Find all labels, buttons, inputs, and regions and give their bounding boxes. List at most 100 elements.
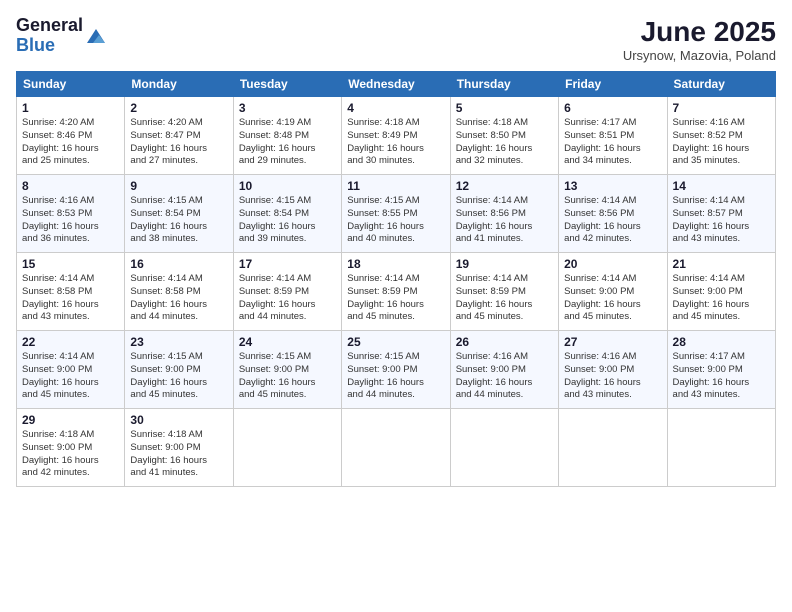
- day-number: 3: [239, 101, 336, 115]
- table-row: 3 Sunrise: 4:19 AM Sunset: 8:48 PM Daylig…: [233, 97, 341, 175]
- header: General Blue June 2025 Ursynow, Mazovia,…: [16, 16, 776, 63]
- table-row: 5Sunrise: 4:18 AM Sunset: 8:50 PM Daylig…: [450, 97, 558, 175]
- table-row: 22Sunrise: 4:14 AM Sunset: 9:00 PM Dayli…: [17, 331, 125, 409]
- logo-blue: Blue: [16, 36, 83, 56]
- table-row: [667, 409, 775, 487]
- calendar-week-row: 1 Sunrise: 4:20 AM Sunset: 8:46 PM Daylig…: [17, 97, 776, 175]
- table-row: 30Sunrise: 4:18 AM Sunset: 9:00 PM Dayli…: [125, 409, 233, 487]
- day-number: 16: [130, 257, 227, 271]
- table-row: 9 Sunrise: 4:15 AM Sunset: 8:54 PM Daylig…: [125, 175, 233, 253]
- day-info: Sunrise: 4:14 AM Sunset: 9:00 PM Dayligh…: [564, 273, 661, 324]
- day-number: 5: [456, 101, 553, 115]
- day-number: 25: [347, 335, 444, 349]
- col-wednesday: Wednesday: [342, 72, 450, 97]
- day-info: Sunrise: 4:16 AM Sunset: 9:00 PM Dayligh…: [564, 351, 661, 402]
- table-row: 7Sunrise: 4:16 AM Sunset: 8:52 PM Daylig…: [667, 97, 775, 175]
- header-row: Sunday Monday Tuesday Wednesday Thursday…: [17, 72, 776, 97]
- table-row: 2 Sunrise: 4:20 AM Sunset: 8:47 PM Daylig…: [125, 97, 233, 175]
- day-info: Sunrise: 4:14 AM Sunset: 8:57 PM Dayligh…: [673, 195, 770, 246]
- table-row: 16 Sunrise: 4:14 AM Sunset: 8:58 PM Dayli…: [125, 253, 233, 331]
- calendar-week-row: 22Sunrise: 4:14 AM Sunset: 9:00 PM Dayli…: [17, 331, 776, 409]
- calendar-week-row: 8Sunrise: 4:16 AM Sunset: 8:53 PM Daylig…: [17, 175, 776, 253]
- month-title: June 2025: [623, 16, 776, 48]
- day-info: Sunrise: 4:15 AM Sunset: 8:55 PM Dayligh…: [347, 195, 444, 246]
- calendar-week-row: 29 Sunrise: 4:18 AM Sunset: 9:00 PM Dayli…: [17, 409, 776, 487]
- day-number: 21: [673, 257, 770, 271]
- day-info: Sunrise: 4:14 AM Sunset: 8:56 PM Dayligh…: [456, 195, 553, 246]
- table-row: 10Sunrise: 4:15 AM Sunset: 8:54 PM Dayli…: [233, 175, 341, 253]
- day-info: Sunrise: 4:17 AM Sunset: 8:51 PM Dayligh…: [564, 117, 661, 168]
- day-info: Sunrise: 4:18 AM Sunset: 9:00 PM Dayligh…: [22, 429, 119, 480]
- day-number: 17: [239, 257, 336, 271]
- table-row: 1 Sunrise: 4:20 AM Sunset: 8:46 PM Daylig…: [17, 97, 125, 175]
- day-number: 6: [564, 101, 661, 115]
- day-info: Sunrise: 4:20 AM Sunset: 8:46 PM Dayligh…: [22, 117, 119, 168]
- day-number: 19: [456, 257, 553, 271]
- table-row: [450, 409, 558, 487]
- table-row: 24 Sunrise: 4:15 AM Sunset: 9:00 PM Dayli…: [233, 331, 341, 409]
- table-row: 19 Sunrise: 4:14 AM Sunset: 8:59 PM Dayli…: [450, 253, 558, 331]
- calendar-table: Sunday Monday Tuesday Wednesday Thursday…: [16, 71, 776, 487]
- day-number: 15: [22, 257, 119, 271]
- logo: General Blue: [16, 16, 107, 56]
- day-number: 29: [22, 413, 119, 427]
- day-number: 22: [22, 335, 119, 349]
- day-number: 26: [456, 335, 553, 349]
- logo-general: General: [16, 16, 83, 36]
- table-row: 25 Sunrise: 4:15 AM Sunset: 9:00 PM Dayli…: [342, 331, 450, 409]
- table-row: 29 Sunrise: 4:18 AM Sunset: 9:00 PM Dayli…: [17, 409, 125, 487]
- col-monday: Monday: [125, 72, 233, 97]
- day-info: Sunrise: 4:15 AM Sunset: 8:54 PM Dayligh…: [130, 195, 227, 246]
- day-info: Sunrise: 4:14 AM Sunset: 8:59 PM Dayligh…: [347, 273, 444, 324]
- table-row: 21Sunrise: 4:14 AM Sunset: 9:00 PM Dayli…: [667, 253, 775, 331]
- day-info: Sunrise: 4:15 AM Sunset: 8:54 PM Dayligh…: [239, 195, 336, 246]
- table-row: 28 Sunrise: 4:17 AM Sunset: 9:00 PM Dayli…: [667, 331, 775, 409]
- day-info: Sunrise: 4:18 AM Sunset: 8:49 PM Dayligh…: [347, 117, 444, 168]
- col-friday: Friday: [559, 72, 667, 97]
- day-info: Sunrise: 4:15 AM Sunset: 9:00 PM Dayligh…: [239, 351, 336, 402]
- day-info: Sunrise: 4:14 AM Sunset: 8:58 PM Dayligh…: [22, 273, 119, 324]
- col-thursday: Thursday: [450, 72, 558, 97]
- day-number: 24: [239, 335, 336, 349]
- day-number: 11: [347, 179, 444, 193]
- day-number: 18: [347, 257, 444, 271]
- table-row: 18 Sunrise: 4:14 AM Sunset: 8:59 PM Dayli…: [342, 253, 450, 331]
- day-info: Sunrise: 4:15 AM Sunset: 9:00 PM Dayligh…: [130, 351, 227, 402]
- day-number: 14: [673, 179, 770, 193]
- day-info: Sunrise: 4:20 AM Sunset: 8:47 PM Dayligh…: [130, 117, 227, 168]
- table-row: 6 Sunrise: 4:17 AM Sunset: 8:51 PM Daylig…: [559, 97, 667, 175]
- day-info: Sunrise: 4:19 AM Sunset: 8:48 PM Dayligh…: [239, 117, 336, 168]
- table-row: 15 Sunrise: 4:14 AM Sunset: 8:58 PM Dayli…: [17, 253, 125, 331]
- day-info: Sunrise: 4:17 AM Sunset: 9:00 PM Dayligh…: [673, 351, 770, 402]
- col-tuesday: Tuesday: [233, 72, 341, 97]
- day-number: 13: [564, 179, 661, 193]
- day-info: Sunrise: 4:16 AM Sunset: 9:00 PM Dayligh…: [456, 351, 553, 402]
- day-info: Sunrise: 4:14 AM Sunset: 8:59 PM Dayligh…: [239, 273, 336, 324]
- table-row: 13Sunrise: 4:14 AM Sunset: 8:56 PM Dayli…: [559, 175, 667, 253]
- table-row: 27Sunrise: 4:16 AM Sunset: 9:00 PM Dayli…: [559, 331, 667, 409]
- day-number: 9: [130, 179, 227, 193]
- table-row: 14 Sunrise: 4:14 AM Sunset: 8:57 PM Dayli…: [667, 175, 775, 253]
- calendar-week-row: 15 Sunrise: 4:14 AM Sunset: 8:58 PM Dayli…: [17, 253, 776, 331]
- col-saturday: Saturday: [667, 72, 775, 97]
- day-number: 23: [130, 335, 227, 349]
- day-number: 2: [130, 101, 227, 115]
- page: General Blue June 2025 Ursynow, Mazovia,…: [0, 0, 792, 612]
- logo-icon: [85, 25, 107, 47]
- table-row: 26 Sunrise: 4:16 AM Sunset: 9:00 PM Dayli…: [450, 331, 558, 409]
- day-number: 7: [673, 101, 770, 115]
- day-info: Sunrise: 4:15 AM Sunset: 9:00 PM Dayligh…: [347, 351, 444, 402]
- day-number: 1: [22, 101, 119, 115]
- day-number: 20: [564, 257, 661, 271]
- table-row: 11 Sunrise: 4:15 AM Sunset: 8:55 PM Dayli…: [342, 175, 450, 253]
- table-row: [342, 409, 450, 487]
- table-row: 4 Sunrise: 4:18 AM Sunset: 8:49 PM Daylig…: [342, 97, 450, 175]
- table-row: [233, 409, 341, 487]
- table-row: 8Sunrise: 4:16 AM Sunset: 8:53 PM Daylig…: [17, 175, 125, 253]
- table-row: [559, 409, 667, 487]
- day-info: Sunrise: 4:16 AM Sunset: 8:53 PM Dayligh…: [22, 195, 119, 246]
- day-number: 4: [347, 101, 444, 115]
- day-number: 28: [673, 335, 770, 349]
- day-info: Sunrise: 4:14 AM Sunset: 8:58 PM Dayligh…: [130, 273, 227, 324]
- day-info: Sunrise: 4:14 AM Sunset: 8:59 PM Dayligh…: [456, 273, 553, 324]
